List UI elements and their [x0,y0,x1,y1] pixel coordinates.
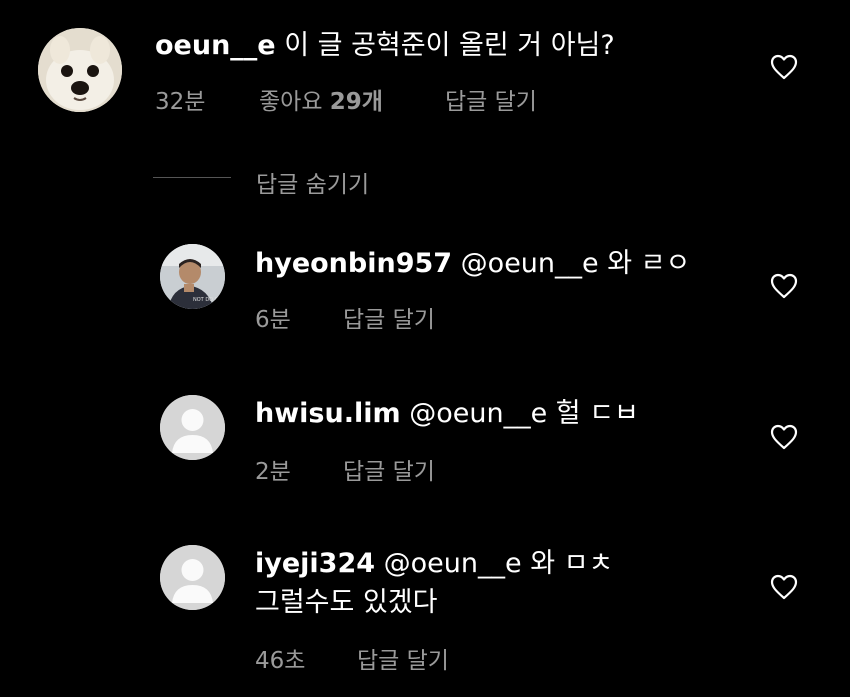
reply-item: hwisu.lim @oeun__e 헐 ㄷㅂ 2분 답글 달기 [0,392,850,492]
likes-button[interactable]: 좋아요 29개 [259,82,445,116]
reply-button[interactable]: 답글 달기 [343,300,435,334]
comment-text: 와 ㄹㅇ [607,248,691,279]
likes-label: 좋아요 [259,89,323,115]
comment-meta: 6분 답글 달기 [255,300,435,334]
comment-text-line-2: 그럴수도 있겠다 [255,587,438,618]
comment-text: 와 ㅁㅊ [530,548,614,579]
comment-text-line: hwisu.lim @oeun__e 헐 ㄷㅂ [255,397,639,431]
heart-outline-icon [770,574,798,600]
username[interactable]: hyeonbin957 [255,248,452,279]
hide-replies-label: 답글 숨기기 [256,172,370,198]
mention[interactable]: @oeun__e [409,398,547,429]
avatar[interactable] [160,545,225,610]
dog-avatar-image [38,28,122,112]
timestamp: 46초 [255,648,306,674]
mention[interactable]: @oeun__e [461,248,599,279]
reply-item: iyeji324 @oeun__e 와 ㅁㅊ 그럴수도 있겠다 46초 답글 달기 [0,540,850,690]
timestamp: 32분 [155,89,206,115]
like-button[interactable] [770,54,798,80]
avatar[interactable] [160,395,225,460]
heart-outline-icon [770,424,798,450]
comment-text-line: oeun__e 이 글 공혁준이 올린 거 아님? [155,29,615,63]
divider [153,177,231,178]
avatar[interactable]: NOT DO IT [160,244,225,309]
like-button[interactable] [770,574,798,600]
comment-text: 헐 ㄷㅂ [555,398,639,429]
avatar[interactable] [38,28,122,112]
comment-meta: 2분 답글 달기 [255,452,435,486]
comment-meta: 32분 좋아요 29개 답글 달기 [155,82,537,116]
username[interactable]: oeun__e [155,30,276,61]
username[interactable]: iyeji324 [255,548,375,579]
avatar-caption: NOT DO IT [193,297,220,303]
like-button[interactable] [770,424,798,450]
comment-text-line: iyeji324 @oeun__e 와 ㅁㅊ [255,547,613,581]
heart-outline-icon [770,273,798,299]
mention[interactable]: @oeun__e [384,548,522,579]
username[interactable]: hwisu.lim [255,398,401,429]
comment-text: 이 글 공혁준이 올린 거 아님? [284,30,615,61]
heart-outline-icon [770,54,798,80]
timestamp: 2분 [255,459,291,485]
timestamp: 6분 [255,307,291,333]
reply-item: NOT DO IT hyeonbin957 @oeun__e 와 ㄹㅇ 6분 답글… [0,240,850,340]
default-avatar-icon [160,545,225,610]
profile-photo: NOT DO IT [160,244,225,309]
comment-meta: 46초 답글 달기 [255,641,449,675]
comment-main: oeun__e 이 글 공혁준이 올린 거 아님? 32분 좋아요 29개 답글 달… [0,0,850,140]
likes-count: 29개 [329,89,383,115]
default-avatar-icon [160,395,225,460]
comment-text-line: hyeonbin957 @oeun__e 와 ㄹㅇ [255,247,690,281]
reply-button[interactable]: 답글 달기 [343,452,435,486]
like-button[interactable] [770,273,798,299]
reply-button[interactable]: 답글 달기 [357,641,449,675]
reply-button[interactable]: 답글 달기 [445,82,537,116]
